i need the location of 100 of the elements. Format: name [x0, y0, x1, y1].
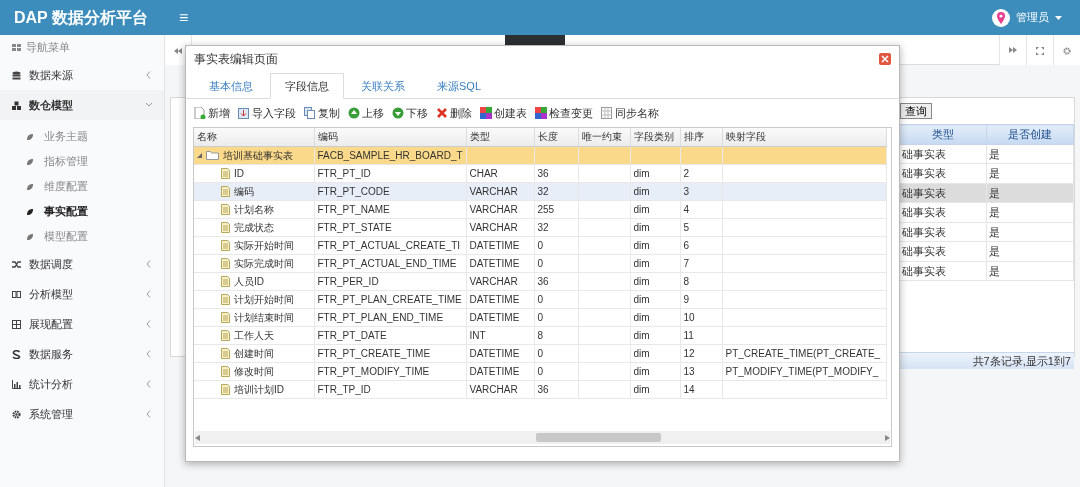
import-icon: [238, 107, 250, 119]
column-header[interactable]: 是否创建: [986, 124, 1074, 144]
table-cell-text: 实际开始时间: [234, 238, 294, 253]
query-button[interactable]: 查询: [900, 103, 932, 119]
table-cell: DATETIME: [466, 344, 534, 362]
sidebar-subitem[interactable]: 模型配置: [0, 224, 164, 249]
scrollbar-thumb[interactable]: [536, 433, 661, 442]
user-menu[interactable]: 管理员: [986, 7, 1068, 28]
table-cell: 5: [680, 218, 722, 236]
column-header[interactable]: 唯一约束: [578, 128, 630, 146]
sidebar-subitem[interactable]: 事实配置: [0, 199, 164, 224]
shuffle-icon: [12, 259, 21, 269]
table-cell: 255: [534, 200, 578, 218]
bar-chart-icon: [12, 379, 21, 389]
table-cell: INT: [466, 326, 534, 344]
column-header[interactable]: 字段类别: [630, 128, 680, 146]
table-cell: DATETIME: [466, 290, 534, 308]
left-arrow-icon: [195, 434, 200, 441]
column-header[interactable]: 名称: [194, 128, 314, 146]
pagination-info: 共7条记录,显示1到7: [899, 352, 1074, 369]
sidebar-subitem[interactable]: 指标管理: [0, 149, 164, 174]
toolbar-button[interactable]: 检查变更: [535, 104, 593, 122]
table-cell-text: 培训基础事实表: [223, 148, 293, 163]
leaf-icon: [26, 232, 34, 241]
table-cell-text: 编码: [234, 184, 254, 199]
table-cell: VARCHAR: [466, 218, 534, 236]
column-header[interactable]: 类型: [899, 124, 987, 144]
sidebar-item[interactable]: 系统管理: [0, 399, 164, 429]
file-icon: [221, 239, 230, 251]
file-icon: [221, 293, 230, 305]
column-header[interactable]: 排序: [680, 128, 722, 146]
file-icon: [221, 383, 230, 395]
toolbar-button[interactable]: 同步名称: [601, 104, 659, 122]
table-cell-text: 计划开始时间: [234, 292, 294, 307]
table-cell: 12: [680, 344, 722, 362]
dialog-tab[interactable]: 基本信息: [194, 72, 268, 99]
table-cell: dim: [630, 362, 680, 380]
column-header[interactable]: 映射字段: [722, 128, 886, 146]
sidebar-subitem[interactable]: 维度配置: [0, 174, 164, 199]
toolbar-button[interactable]: 新增: [194, 104, 230, 122]
table-cell: DATETIME: [466, 236, 534, 254]
table-cell: FTR_PT_ID: [314, 164, 466, 182]
table-cell: VARCHAR: [466, 272, 534, 290]
sidebar-item[interactable]: 数据来源: [0, 60, 164, 90]
colorful-cube-icon: [480, 107, 492, 119]
database-icon: [12, 70, 21, 80]
service-icon: [12, 349, 21, 359]
table-cell-text: 实际完成时间: [234, 256, 294, 271]
file-icon: [221, 329, 230, 341]
table-cell: 11: [680, 326, 722, 344]
toolbar-button[interactable]: 导入字段: [238, 104, 296, 122]
sidebar-item[interactable]: 分析模型: [0, 279, 164, 309]
table-cell: FTR_PT_ACTUAL_END_TIME: [314, 254, 466, 272]
file-icon: [221, 347, 230, 359]
dialog-tab[interactable]: 来源SQL: [422, 72, 496, 99]
table-cell: FTR_PT_PLAN_END_TIME: [314, 308, 466, 326]
sidebar-item[interactable]: 统计分析: [0, 369, 164, 399]
sidebar-item[interactable]: 数据服务: [0, 339, 164, 369]
tab-tool-button[interactable]: [1026, 35, 1053, 65]
sidebar-item[interactable]: 展现配置: [0, 309, 164, 339]
file-icon: [221, 203, 230, 215]
table-cell: dim: [630, 326, 680, 344]
table-cell: dim: [630, 236, 680, 254]
column-header[interactable]: 编码: [314, 128, 466, 146]
toolbar-button[interactable]: 复制: [304, 104, 340, 122]
delete-icon: [436, 107, 448, 119]
toolbar-button[interactable]: 下移: [392, 104, 428, 122]
sidebar-subitem[interactable]: 业务主题: [0, 124, 164, 149]
table-cell: 13: [680, 362, 722, 380]
toolbar-button[interactable]: 创建表: [480, 104, 527, 122]
leaf-icon: [26, 157, 34, 166]
leaf-icon: [26, 207, 34, 216]
table-cell: 32: [534, 218, 578, 236]
table-cell: 2: [680, 164, 722, 182]
table-cell: VARCHAR: [466, 200, 534, 218]
tab-tool-button[interactable]: [1053, 35, 1080, 65]
column-header[interactable]: 长度: [534, 128, 578, 146]
sidebar-item[interactable]: 数据调度: [0, 249, 164, 279]
menu-toggle[interactable]: ≡: [175, 5, 193, 30]
table-cell: 是: [986, 202, 1074, 222]
table-cell: 0: [534, 308, 578, 326]
toolbar-button[interactable]: 删除: [436, 104, 472, 122]
column-header[interactable]: 类型: [466, 128, 534, 146]
toolbar-button[interactable]: 上移: [348, 104, 384, 122]
sidebar-item[interactable]: 数仓模型: [0, 90, 164, 120]
tab-tool-button[interactable]: [999, 35, 1026, 65]
table-cell: 4: [680, 200, 722, 218]
table-cell: FTR_PT_STATE: [314, 218, 466, 236]
horizontal-scrollbar[interactable]: [195, 431, 890, 444]
dialog-tab[interactable]: 字段信息: [270, 72, 344, 99]
close-button[interactable]: [879, 53, 891, 65]
table-cell: DATETIME: [466, 362, 534, 380]
dialog-tab[interactable]: 关联关系: [346, 72, 420, 99]
table-cell: dim: [630, 272, 680, 290]
table-cell: 6: [680, 236, 722, 254]
frames-icon: [12, 289, 21, 299]
table-cell: 是: [986, 222, 1074, 242]
table-cell: dim: [630, 164, 680, 182]
settings-icon: [1063, 46, 1071, 55]
grid-icon: [12, 44, 21, 51]
